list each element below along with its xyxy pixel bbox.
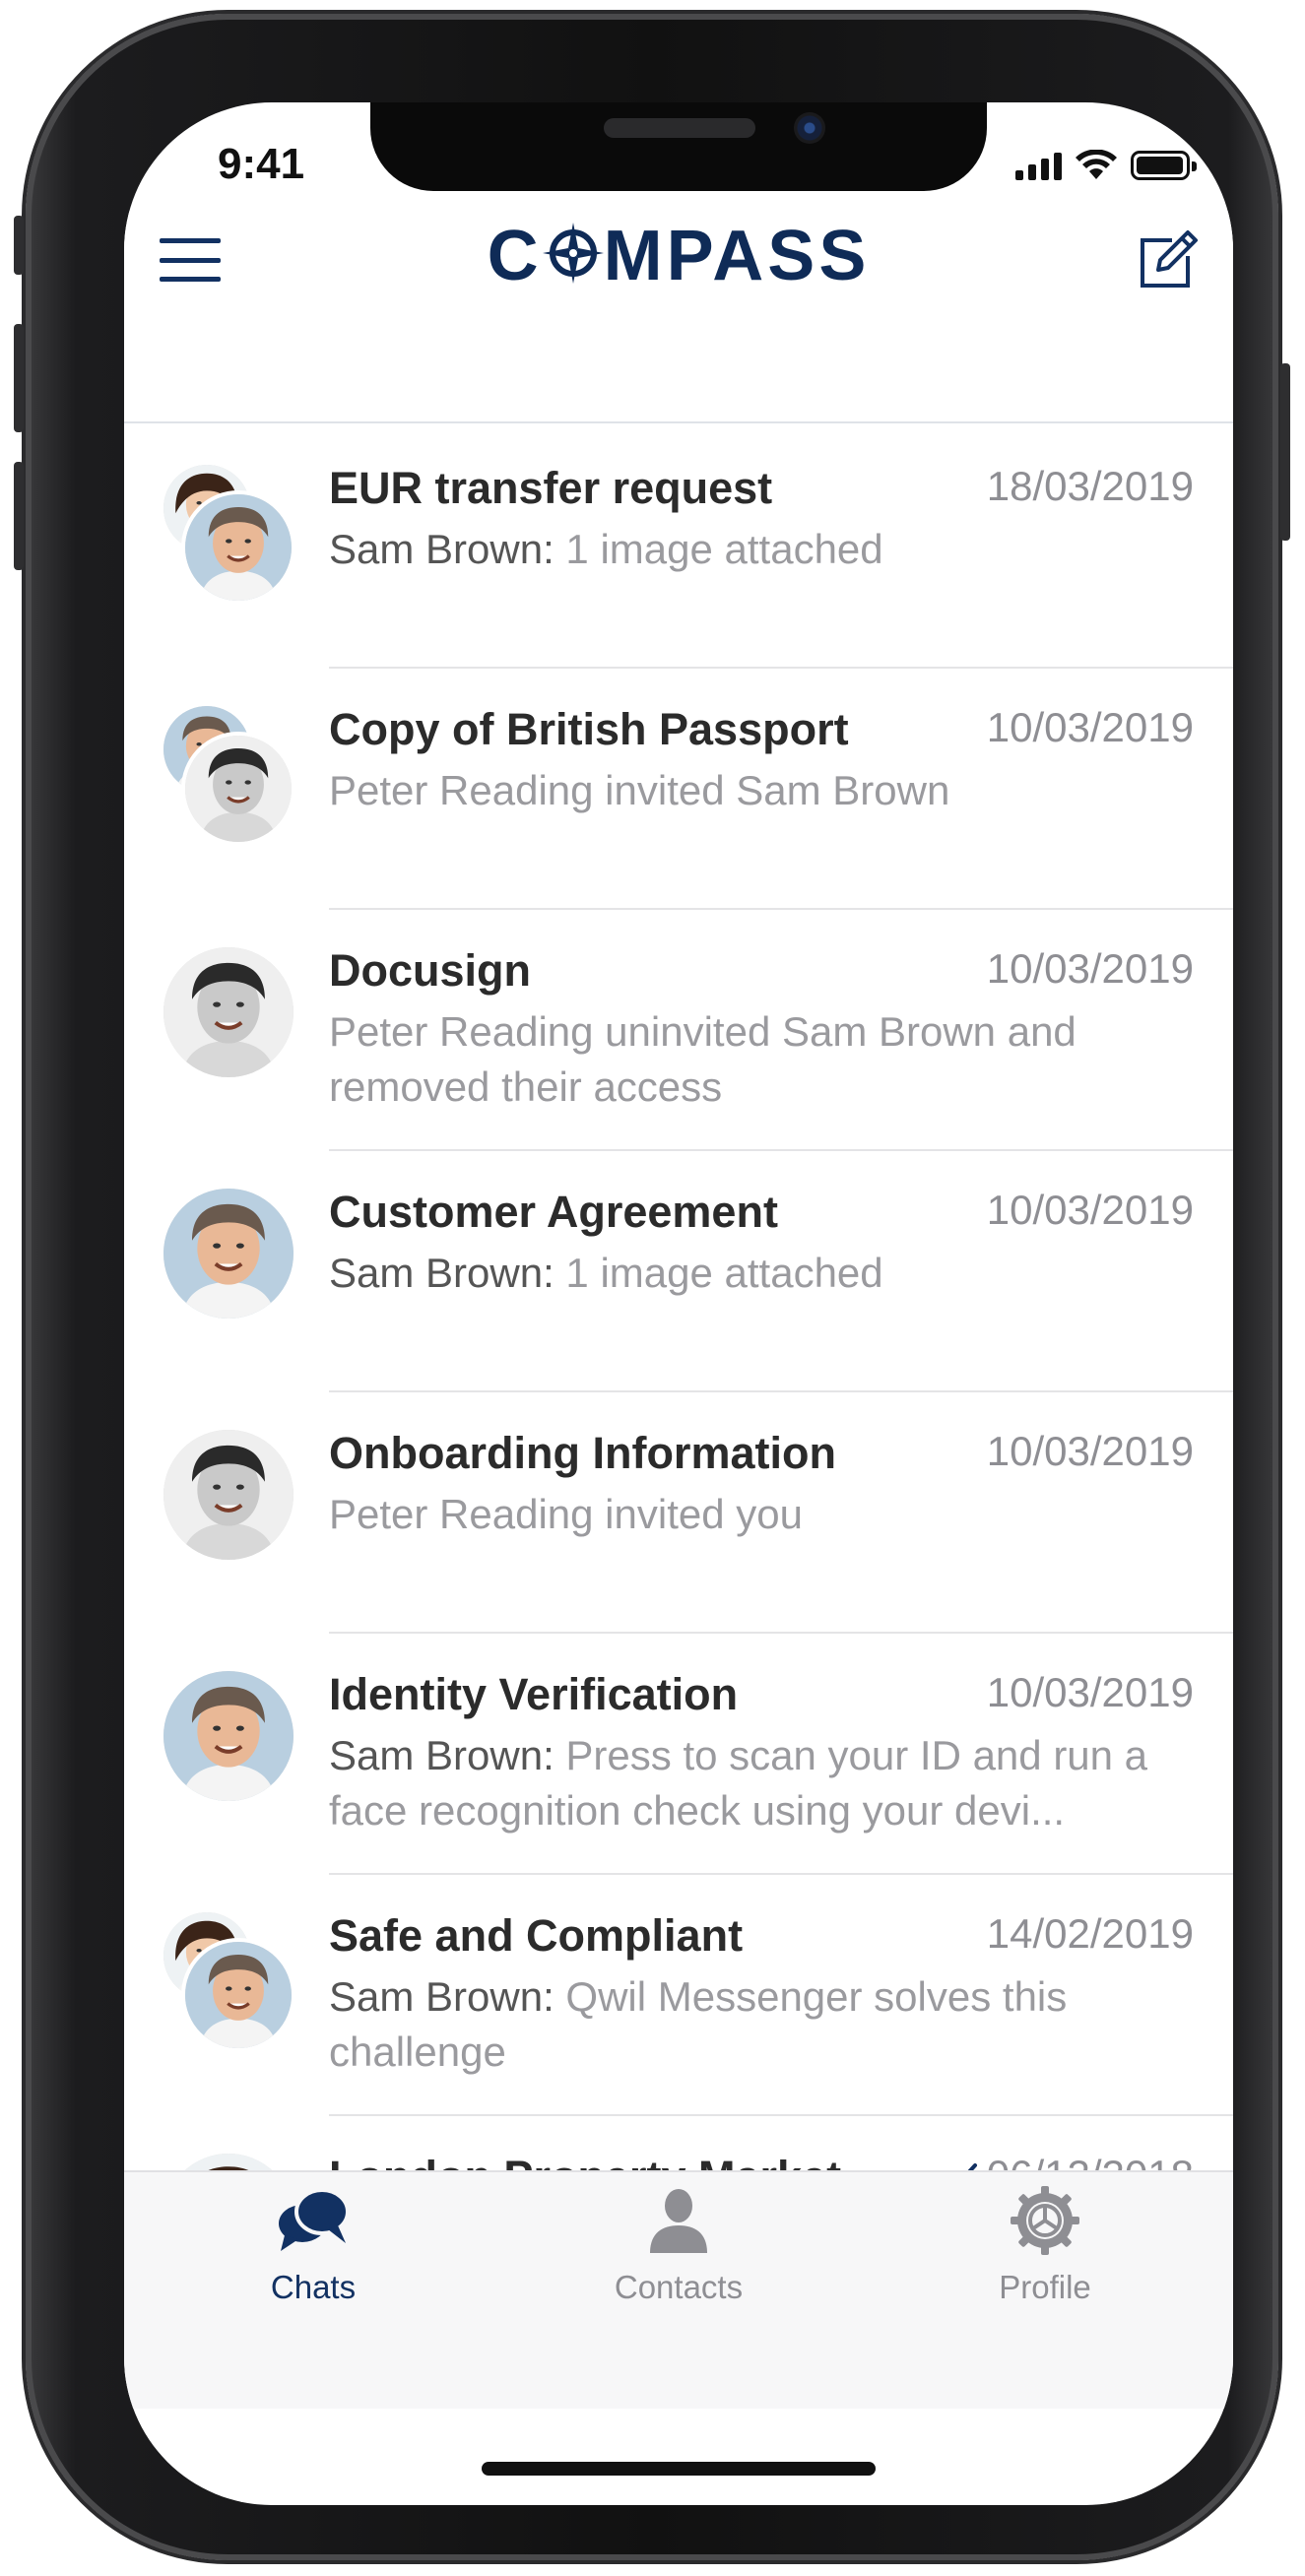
chat-preview: Peter Reading invited you: [329, 1487, 1194, 1542]
chat-preview-text: Peter Reading invited you: [329, 1491, 803, 1537]
chat-date-text: 10/03/2019: [986, 1187, 1194, 1233]
chat-preview-text: 1 image attached: [554, 526, 883, 572]
front-camera: [794, 112, 825, 144]
compass-logo: C MPASS: [487, 217, 871, 295]
power-button: [1280, 363, 1290, 541]
chat-sender: Sam Brown:: [329, 526, 555, 572]
chat-date-text: 18/03/2019: [986, 463, 1194, 509]
chat-row[interactable]: EUR transfer request 18/03/2019 Sam Brown:…: [124, 427, 1233, 669]
status-time: 9:41: [218, 140, 305, 188]
chat-preview-text: Peter Reading uninvited Sam Brown and re…: [329, 1008, 1077, 1110]
chat-title: Copy of British Passport: [329, 704, 849, 754]
avatar: [160, 1667, 297, 1805]
chat-title: Identity Verification: [329, 1669, 739, 1719]
tab-label-chats: Chats: [270, 2269, 357, 2305]
chat-avatar-group: [160, 1185, 297, 1322]
avatar: [181, 732, 295, 846]
tab-bar: Chats Contacts Profile: [124, 2170, 1233, 2409]
home-indicator[interactable]: [482, 2462, 876, 2476]
chat-title: EUR transfer request: [329, 463, 773, 513]
chat-bubbles-icon: [279, 2188, 350, 2251]
chat-preview: Sam Brown: 1 image attached: [329, 522, 1194, 577]
compose-icon[interactable]: [1137, 228, 1200, 291]
chat-sender: Sam Brown:: [329, 1732, 555, 1778]
chat-row[interactable]: Onboarding Information 10/03/2019 Peter Re…: [124, 1392, 1233, 1634]
chat-avatar-group: [160, 943, 297, 1081]
phone-frame: 9:41 C MPASS EUR transfer request 18/03/…: [14, 14, 1290, 2560]
status-icons: [1015, 148, 1197, 183]
chat-preview-text: 1 image attached: [554, 1250, 883, 1296]
chat-date-text: 10/03/2019: [986, 1669, 1194, 1715]
screen: 9:41 C MPASS EUR transfer request 18/03/…: [124, 102, 1233, 2505]
chat-preview: Sam Brown: 1 image attached: [329, 1246, 1194, 1301]
tab-label-profile: Profile: [999, 2269, 1091, 2305]
chat-date-text: 14/02/2019: [986, 1910, 1194, 1957]
volume-down-button: [14, 462, 24, 570]
chat-row[interactable]: Safe and Compliant 14/02/2019 Sam Brown: Q…: [124, 1875, 1233, 2116]
chat-date: 18/03/2019: [987, 463, 1194, 510]
chat-preview: Peter Reading uninvited Sam Brown and re…: [329, 1004, 1194, 1115]
chat-row[interactable]: Docusign 10/03/2019 Peter Reading uninvite…: [124, 910, 1233, 1151]
chat-title: Customer Agreement: [329, 1187, 778, 1237]
chat-list: EUR transfer request 18/03/2019 Sam Brown:…: [124, 427, 1233, 2357]
avatar: [160, 1185, 297, 1322]
chat-date: 10/03/2019: [987, 1669, 1194, 1716]
wifi-icon: [1076, 150, 1117, 179]
chat-avatar-group: [160, 461, 297, 605]
tab-contacts[interactable]: Contacts: [560, 2182, 797, 2306]
tab-profile[interactable]: Profile: [927, 2182, 1163, 2306]
chat-title: Onboarding Information: [329, 1428, 836, 1478]
gear-icon: [1011, 2186, 1079, 2255]
chat-date: 10/03/2019: [987, 945, 1194, 993]
silent-switch: [14, 216, 24, 275]
chat-avatar-group: [160, 702, 297, 846]
compass-rose-icon: [542, 223, 604, 284]
chat-sender: Sam Brown:: [329, 1973, 555, 2020]
notch: [370, 102, 987, 191]
chat-avatar-group: [160, 1908, 297, 2052]
cellular-signal-icon: [1015, 151, 1062, 180]
chat-title: Docusign: [329, 945, 532, 996]
avatar: [181, 1938, 295, 2052]
chat-date: 10/03/2019: [987, 1187, 1194, 1234]
chat-date: 10/03/2019: [987, 704, 1194, 751]
chat-date-text: 10/03/2019: [986, 1428, 1194, 1474]
chat-preview: Sam Brown: Press to scan your ID and run…: [329, 1728, 1194, 1838]
chat-preview: Peter Reading invited Sam Brown: [329, 763, 1194, 818]
chat-date-text: 10/03/2019: [986, 704, 1194, 750]
person-icon: [650, 2189, 707, 2253]
avatar: [181, 490, 295, 605]
avatar: [160, 1426, 297, 1564]
speaker-grille: [604, 118, 755, 138]
chat-title: Safe and Compliant: [329, 1910, 744, 1961]
chat-date: 10/03/2019: [987, 1428, 1194, 1475]
chat-date-text: 10/03/2019: [986, 945, 1194, 992]
chat-preview-text: Peter Reading invited Sam Brown: [329, 767, 950, 813]
tab-label-contacts: Contacts: [614, 2269, 744, 2305]
avatar: [160, 943, 297, 1081]
chat-row[interactable]: Customer Agreement 10/03/2019 Sam Brown: 1…: [124, 1151, 1233, 1392]
chat-avatar-group: [160, 1426, 297, 1564]
tab-chats[interactable]: Chats: [195, 2182, 431, 2306]
battery-icon: [1131, 151, 1197, 180]
chat-avatar-group: [160, 1667, 297, 1805]
chat-date: 14/02/2019: [987, 1910, 1194, 1958]
chat-row[interactable]: Copy of British Passport 10/03/2019 Peter …: [124, 669, 1233, 910]
chat-row[interactable]: Identity Verification 10/03/2019 Sam Brown…: [124, 1634, 1233, 1875]
volume-up-button: [14, 324, 24, 432]
chat-preview: Sam Brown: Qwil Messenger solves this ch…: [329, 1969, 1194, 2080]
chat-sender: Sam Brown:: [329, 1250, 555, 1296]
